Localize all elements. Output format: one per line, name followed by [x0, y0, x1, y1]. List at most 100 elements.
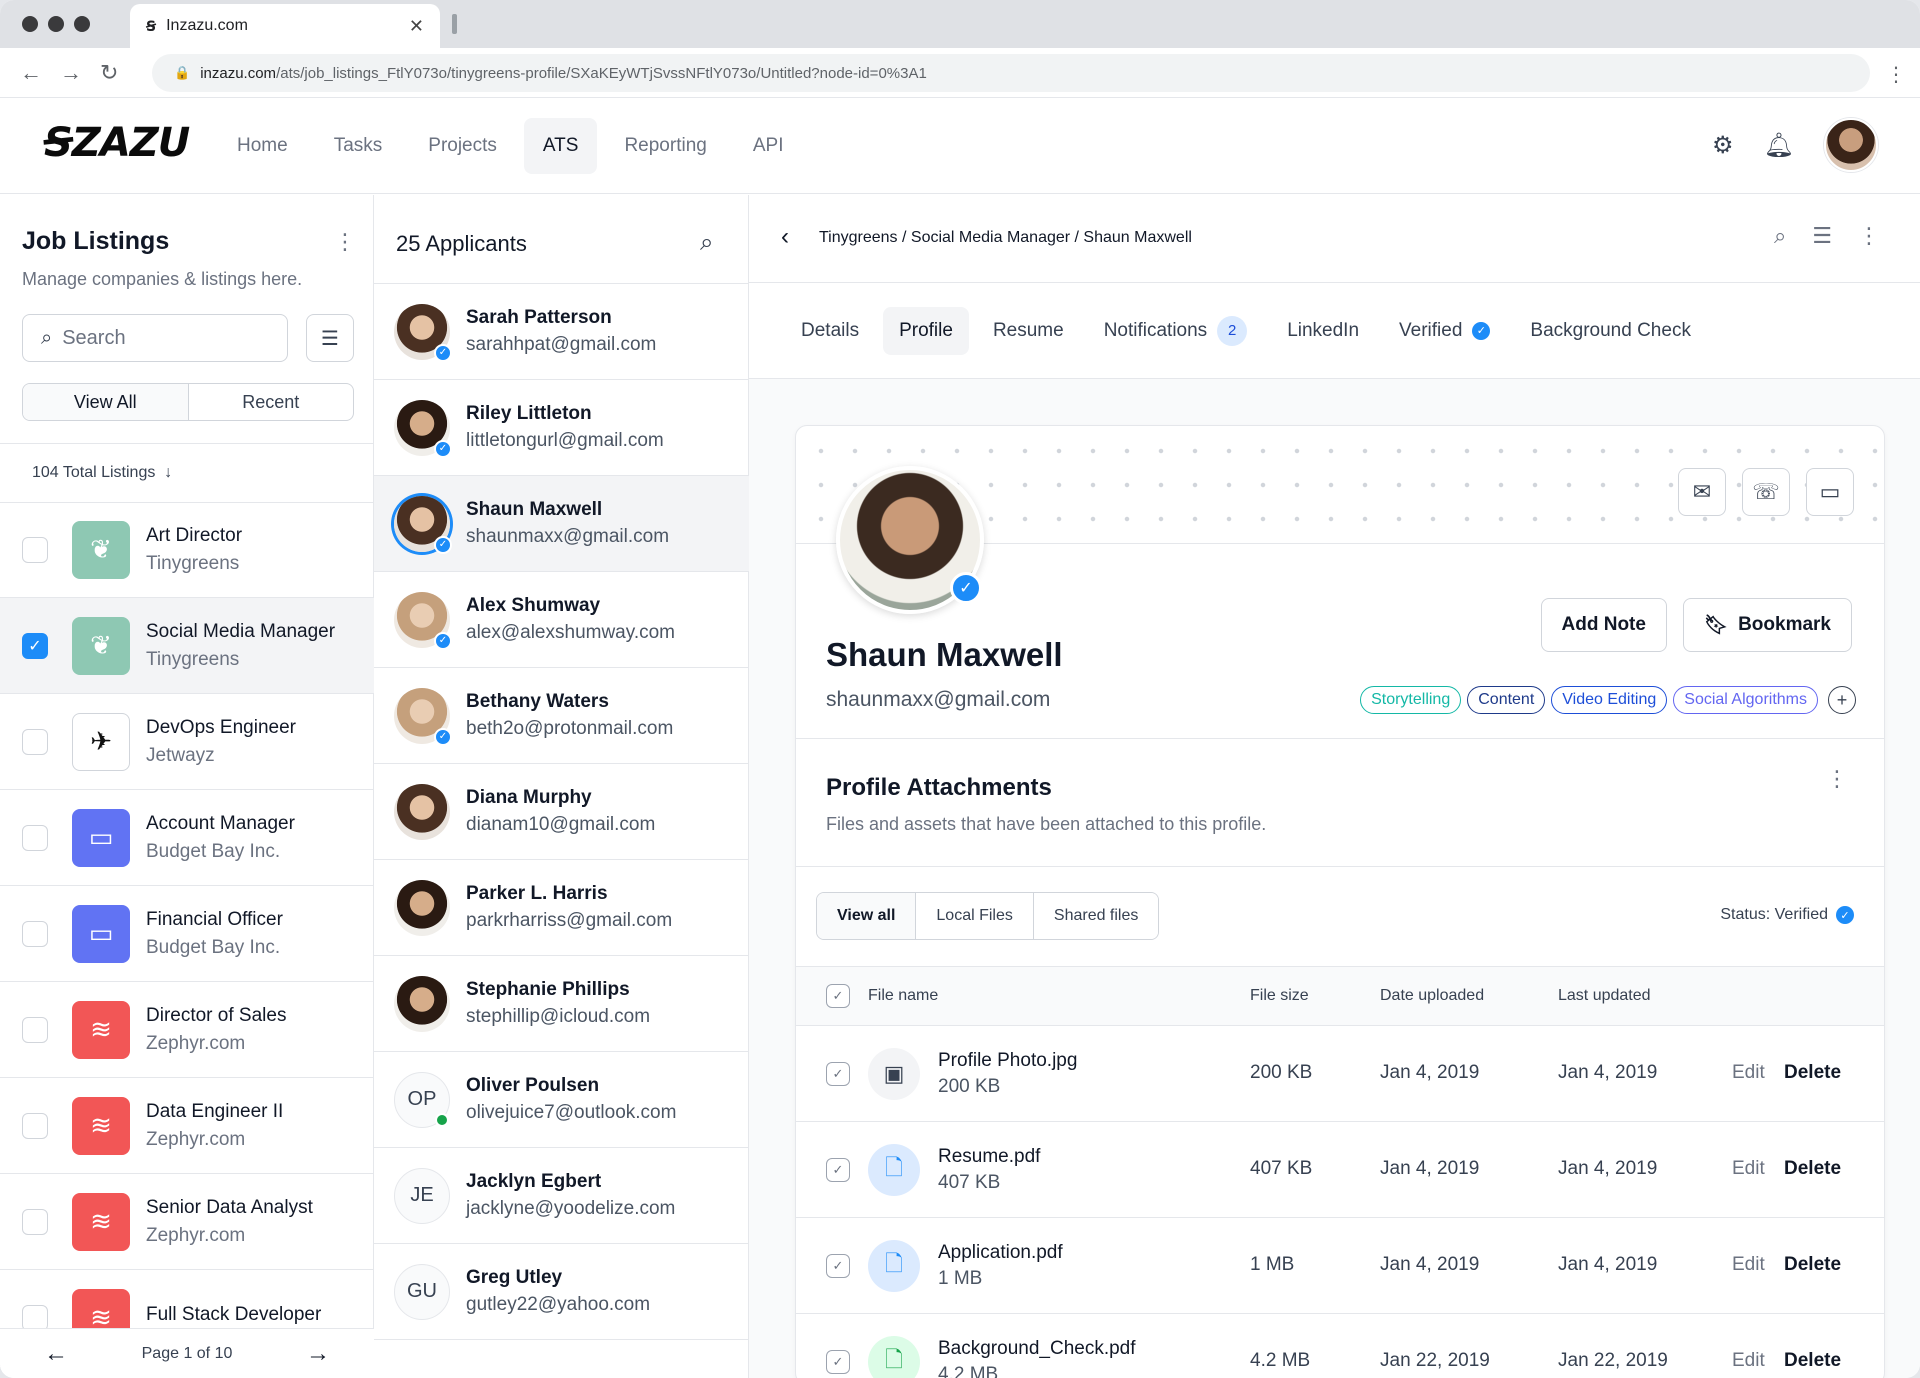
select-all-checkbox[interactable]: ✓ [826, 984, 850, 1008]
applicant-item[interactable]: ✓ Bethany Waters beth2o@protonmail.com [374, 668, 749, 764]
minimize-window-button[interactable] [48, 16, 64, 32]
tab-notifications[interactable]: Notifications 2 [1088, 307, 1264, 355]
bookmark-button[interactable]: 🔖︎ Bookmark [1682, 598, 1852, 652]
more-options-icon[interactable]: ⋮ [1826, 766, 1848, 792]
row-checkbox[interactable]: ✓ [826, 1254, 850, 1278]
recent-button[interactable]: Recent [189, 384, 354, 420]
delete-link[interactable]: Delete [1784, 1254, 1841, 1276]
filter-local-files[interactable]: Local Files [916, 893, 1034, 939]
total-listings[interactable]: 104 Total Listings ↓ [0, 443, 374, 503]
job-company: Budget Bay Inc. [146, 840, 281, 862]
add-note-button[interactable]: Add Note [1540, 598, 1667, 652]
applicant-item[interactable]: ✓ Sarah Patterson sarahhpat@gmail.com [374, 284, 749, 380]
app-logo[interactable]: ꞨZAZU [44, 120, 190, 166]
job-item[interactable]: ❦ Art Director Tinygreens [0, 502, 374, 598]
call-button[interactable]: ☏ [1742, 468, 1790, 516]
row-checkbox[interactable]: ✓ [826, 1158, 850, 1182]
applicant-item[interactable]: Parker L. Harris parkrharriss@gmail.com [374, 860, 749, 956]
job-item[interactable]: ▭ Account Manager Budget Bay Inc. [0, 790, 374, 886]
more-options-icon[interactable]: ⋮ [1858, 223, 1880, 249]
tab-linkedin[interactable]: LinkedIn [1271, 307, 1375, 355]
job-item[interactable]: ▭ Financial Officer Budget Bay Inc. [0, 886, 374, 982]
next-page-arrow-icon[interactable]: → [306, 1340, 330, 1368]
tab-resume[interactable]: Resume [977, 307, 1080, 355]
nav-projects[interactable]: Projects [409, 118, 516, 174]
back-arrow-icon[interactable]: ← [20, 60, 42, 86]
close-tab-icon[interactable]: ✕ [409, 16, 424, 37]
bell-icon[interactable]: 🔔︎ [1764, 131, 1794, 160]
delete-link[interactable]: Delete [1784, 1062, 1841, 1084]
job-item[interactable]: ≋ Senior Data Analyst Zephyr.com [0, 1174, 374, 1270]
filter-shared-files[interactable]: Shared files [1033, 893, 1159, 939]
row-checkbox[interactable]: ✓ [826, 1350, 850, 1374]
filter-icon[interactable]: ☰ [1812, 223, 1832, 249]
applicant-item[interactable]: Stephanie Phillips stephillip@icloud.com [374, 956, 749, 1052]
browser-menu-icon[interactable]: ⋮ [1886, 62, 1906, 87]
applicant-item[interactable]: ✓ Riley Littleton littletongurl@gmail.com [374, 380, 749, 476]
video-call-button[interactable]: ▭ [1806, 468, 1854, 516]
job-item[interactable]: ✈ DevOps Engineer Jetwayz [0, 694, 374, 790]
job-checkbox[interactable] [22, 1016, 48, 1043]
nav-tasks[interactable]: Tasks [315, 118, 402, 174]
gear-icon[interactable]: ⚙ [1712, 131, 1734, 160]
view-all-button[interactable]: View All [23, 384, 189, 420]
tab-verified[interactable]: Verified ✓ [1383, 307, 1506, 355]
edit-link[interactable]: Edit [1732, 1062, 1765, 1084]
edit-link[interactable]: Edit [1732, 1158, 1765, 1180]
applicant-item[interactable]: Diana Murphy dianam10@gmail.com [374, 764, 749, 860]
job-checkbox[interactable]: ✓ [22, 632, 48, 659]
browser-tab[interactable]: Ꞩ Inzazu.com ✕ [130, 4, 440, 48]
date-uploaded: Jan 4, 2019 [1380, 1062, 1480, 1083]
forward-arrow-icon[interactable]: → [60, 60, 82, 86]
job-checkbox[interactable] [22, 1208, 48, 1235]
skill-tags: Storytelling Content Video Editing Socia… [1360, 686, 1856, 714]
job-item[interactable]: ≋ Director of Sales Zephyr.com [0, 982, 374, 1078]
prev-page-arrow-icon[interactable]: ← [44, 1340, 68, 1368]
nav-reporting[interactable]: Reporting [605, 118, 725, 174]
job-item[interactable]: ✓ ❦ Social Media Manager Tinygreens [0, 598, 374, 694]
skill-tag[interactable]: Video Editing [1551, 686, 1668, 714]
row-checkbox[interactable]: ✓ [826, 1062, 850, 1086]
job-checkbox[interactable] [22, 536, 48, 563]
nav-home[interactable]: Home [218, 118, 307, 174]
delete-link[interactable]: Delete [1784, 1158, 1841, 1180]
search-input[interactable]: ⌕ Search [22, 314, 288, 362]
job-checkbox[interactable] [22, 1112, 48, 1139]
edit-link[interactable]: Edit [1732, 1350, 1765, 1372]
job-item[interactable]: ≋ Data Engineer II Zephyr.com [0, 1078, 374, 1174]
address-bar[interactable]: 🔒 inzazu.com/ats/job_listings_FtlY073o/t… [152, 54, 1870, 92]
filter-view-all[interactable]: View all [817, 893, 917, 939]
reload-icon[interactable]: ↻ [100, 60, 118, 86]
job-checkbox[interactable] [22, 728, 48, 755]
close-window-button[interactable] [22, 16, 38, 32]
job-checkbox[interactable] [22, 920, 48, 947]
applicant-item[interactable]: ✓ Alex Shumway alex@alexshumway.com [374, 572, 749, 668]
job-checkbox[interactable] [22, 824, 48, 851]
more-options-icon[interactable]: ⋮ [334, 229, 356, 255]
skill-tag[interactable]: Content [1467, 686, 1546, 714]
job-checkbox[interactable] [22, 1304, 48, 1331]
applicant-item[interactable]: JE Jacklyn Egbert jacklyne@yoodelize.com [374, 1148, 749, 1244]
chevron-left-icon[interactable]: ‹ [781, 223, 789, 251]
tab-background-check[interactable]: Background Check [1514, 307, 1707, 355]
tab-notifications-label: Notifications [1103, 319, 1208, 341]
user-avatar[interactable] [1824, 118, 1878, 172]
applicant-item[interactable]: OP Oliver Poulsen olivejuice7@outlook.com [374, 1052, 749, 1148]
edit-link[interactable]: Edit [1732, 1254, 1765, 1276]
tab-profile[interactable]: Profile [883, 306, 969, 355]
maximize-window-button[interactable] [74, 16, 90, 32]
search-icon[interactable]: ⌕ [700, 229, 713, 257]
tab-details[interactable]: Details [785, 307, 875, 355]
delete-link[interactable]: Delete [1784, 1350, 1841, 1372]
file-filter-tabs: View all Local Files Shared files [816, 892, 1160, 940]
nav-api[interactable]: API [734, 118, 803, 174]
add-tag-icon[interactable]: + [1828, 686, 1856, 714]
filter-button[interactable]: ☰ [306, 314, 354, 362]
applicant-item[interactable]: GU Greg Utley gutley22@yahoo.com [374, 1244, 749, 1340]
search-icon[interactable]: ⌕ [1774, 223, 1786, 249]
skill-tag[interactable]: Social Algorithms [1673, 686, 1818, 714]
nav-ats[interactable]: ATS [523, 118, 598, 174]
applicant-item[interactable]: ✓ Shaun Maxwell shaunmaxx@gmail.com [374, 476, 749, 572]
skill-tag[interactable]: Storytelling [1360, 686, 1462, 714]
email-button[interactable]: ✉ [1678, 468, 1726, 516]
